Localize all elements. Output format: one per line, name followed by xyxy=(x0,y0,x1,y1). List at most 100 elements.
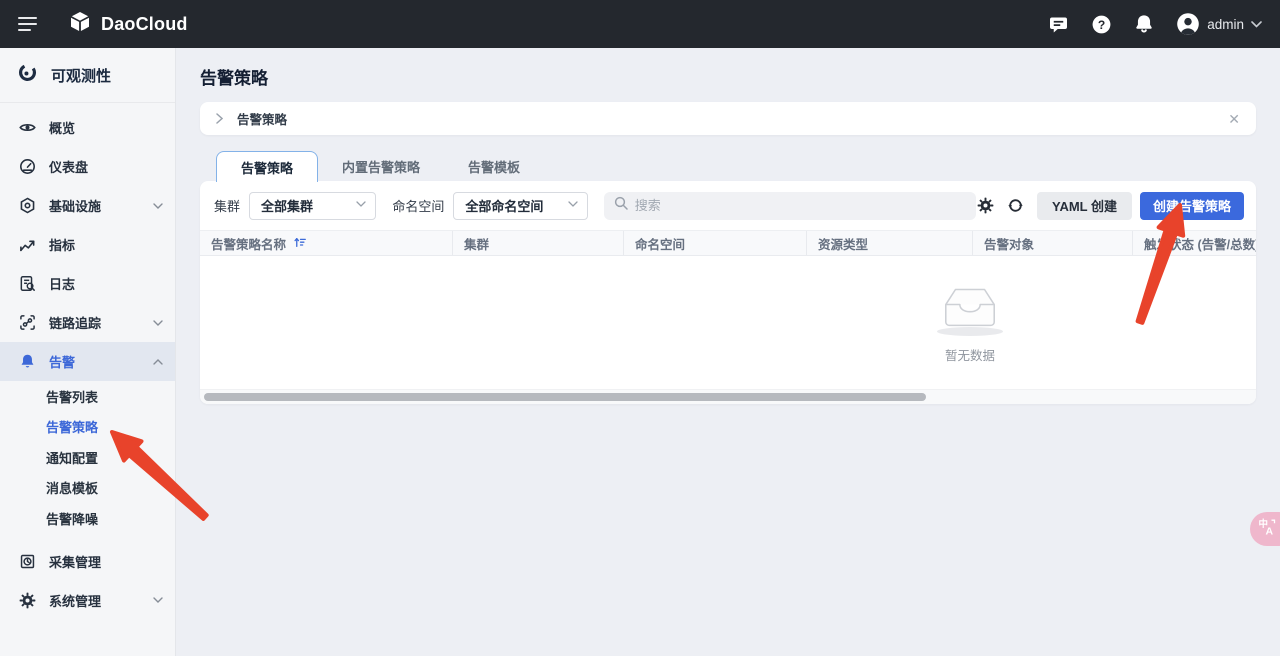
empty-inbox-icon xyxy=(939,282,1001,334)
sidebar-item-label: 系统管理 xyxy=(49,591,101,610)
empty-state: 暂无数据 xyxy=(200,256,1256,389)
horizontal-scrollbar-track xyxy=(200,389,1256,404)
brand-name: DaoCloud xyxy=(101,14,188,35)
translate-icon: 中 A xyxy=(1258,518,1276,541)
user-menu[interactable]: admin xyxy=(1176,12,1262,36)
sidebar-subitem-label: 告警策略 xyxy=(46,417,98,436)
empty-state-text: 暂无数据 xyxy=(945,345,995,364)
sidebar-item-label: 基础设施 xyxy=(49,196,101,215)
cluster-select-value: 全部集群 xyxy=(261,196,313,215)
sidebar-item-system-management[interactable]: 系统管理 xyxy=(0,581,175,620)
message-icon[interactable] xyxy=(1047,13,1069,35)
namespace-filter-label: 命名空间 xyxy=(392,196,444,215)
tab-alert-policy[interactable]: 告警策略 xyxy=(216,151,318,182)
sidebar-subitem-label: 消息模板 xyxy=(46,478,98,497)
bell-icon xyxy=(19,353,36,370)
sidebar-subitem-label: 通知配置 xyxy=(46,448,98,467)
sidebar-subitem-label: 告警列表 xyxy=(46,387,98,406)
sidebar-header[interactable]: 可观测性 xyxy=(0,48,175,103)
sidebar-subitem-alert-noise-reduction[interactable]: 告警降噪 xyxy=(0,503,175,534)
topbar: DaoCloud ? xyxy=(0,0,1280,48)
tab-alert-template[interactable]: 告警模板 xyxy=(444,151,544,181)
empty-icon-shadow xyxy=(937,327,1003,336)
notification-bell-icon[interactable] xyxy=(1133,13,1155,35)
breadcrumb-item[interactable]: 告警策略 xyxy=(237,109,287,128)
chevron-up-icon xyxy=(153,359,163,365)
gauge-icon xyxy=(19,158,36,175)
create-alert-policy-button[interactable]: 创建告警策略 xyxy=(1140,192,1244,220)
daocloud-cube-icon xyxy=(68,10,92,39)
chevron-down-icon xyxy=(356,201,366,207)
column-header-namespace[interactable]: 命名空间 xyxy=(623,231,806,255)
topbar-actions: ? admin xyxy=(1047,12,1262,36)
tab-builtin-alert-policy[interactable]: 内置告警策略 xyxy=(318,151,444,181)
eye-icon xyxy=(19,119,36,136)
sidebar-item-metrics[interactable]: 指标 xyxy=(0,225,175,264)
chevron-down-icon xyxy=(1251,21,1262,28)
sidebar-header-label: 可观测性 xyxy=(51,65,111,86)
cluster-select[interactable]: 全部集群 xyxy=(249,192,376,220)
policy-table: 告警策略名称 集群 命名空间 资源类型 告警对象 触发状态 (告警/总数) xyxy=(200,230,1256,389)
menu-toggle-icon[interactable] xyxy=(18,16,38,32)
column-header-cluster[interactable]: 集群 xyxy=(452,231,623,255)
search-input[interactable] xyxy=(635,198,967,213)
main-content: 告警策略 告警策略 ✕ 告警策略 内置告警策略 告警模板 集群 全部集群 命名空… xyxy=(176,48,1280,656)
sidebar-item-infrastructure[interactable]: 基础设施 xyxy=(0,186,175,225)
namespace-select[interactable]: 全部命名空间 xyxy=(453,192,587,220)
tab-bar: 告警策略 内置告警策略 告警模板 xyxy=(200,150,1256,181)
chevron-down-icon xyxy=(153,320,163,326)
refresh-icon[interactable] xyxy=(1006,197,1024,215)
column-header-resource-type[interactable]: 资源类型 xyxy=(806,231,972,255)
sidebar-subitem-notification-config[interactable]: 通知配置 xyxy=(0,442,175,473)
brand-logo[interactable]: DaoCloud xyxy=(68,10,188,39)
sidebar-subitem-label: 告警降噪 xyxy=(46,509,98,528)
close-icon[interactable]: ✕ xyxy=(1228,112,1240,126)
sidebar-item-label: 链路追踪 xyxy=(49,313,101,332)
sidebar-item-label: 日志 xyxy=(49,274,75,293)
yaml-create-button[interactable]: YAML 创建 xyxy=(1037,192,1132,220)
translate-fab-button[interactable]: 中 A xyxy=(1250,512,1280,546)
collection-icon xyxy=(19,553,36,570)
page-title: 告警策略 xyxy=(200,64,1280,89)
sidebar-subitem-message-template[interactable]: 消息模板 xyxy=(0,473,175,504)
chevron-down-icon xyxy=(153,203,163,209)
document-search-icon xyxy=(19,275,36,292)
chevron-down-icon xyxy=(153,597,163,603)
settings-gear-icon[interactable] xyxy=(976,197,994,215)
table-header-row: 告警策略名称 集群 命名空间 资源类型 告警对象 触发状态 (告警/总数) xyxy=(200,230,1256,256)
help-icon[interactable]: ? xyxy=(1090,13,1112,35)
sort-icon[interactable] xyxy=(293,235,307,252)
alert-policy-panel: 集群 全部集群 命名空间 全部命名空间 xyxy=(200,181,1256,404)
sidebar-nav: 概览 仪表盘 基础设施 xyxy=(0,103,175,620)
chevron-down-icon xyxy=(568,201,578,207)
search-box xyxy=(604,192,977,220)
sidebar: 可观测性 概览 仪表盘 xyxy=(0,48,176,656)
horizontal-scrollbar-thumb[interactable] xyxy=(204,393,926,401)
column-header-trigger-status[interactable]: 触发状态 (告警/总数) xyxy=(1132,231,1256,255)
sidebar-subitem-alert-policy[interactable]: 告警策略 xyxy=(0,412,175,443)
search-icon xyxy=(614,196,628,215)
sidebar-item-tracing[interactable]: 链路追踪 xyxy=(0,303,175,342)
sidebar-item-collection-management[interactable]: 采集管理 xyxy=(0,542,175,581)
observability-icon xyxy=(17,62,38,88)
sidebar-item-label: 仪表盘 xyxy=(49,157,88,176)
breadcrumb: 告警策略 ✕ xyxy=(200,102,1256,135)
filter-toolbar: 集群 全部集群 命名空间 全部命名空间 xyxy=(200,181,1256,230)
sidebar-item-overview[interactable]: 概览 xyxy=(0,108,175,147)
gear-icon xyxy=(19,592,36,609)
cluster-filter-label: 集群 xyxy=(214,196,240,215)
sidebar-item-logs[interactable]: 日志 xyxy=(0,264,175,303)
chevron-right-icon xyxy=(216,113,223,124)
sidebar-item-label: 采集管理 xyxy=(49,552,101,571)
sidebar-item-label: 概览 xyxy=(49,118,75,137)
username: admin xyxy=(1207,17,1244,32)
trace-icon xyxy=(19,314,36,331)
column-header-alert-object[interactable]: 告警对象 xyxy=(972,231,1132,255)
sidebar-item-dashboard[interactable]: 仪表盘 xyxy=(0,147,175,186)
column-header-policy-name[interactable]: 告警策略名称 xyxy=(200,231,452,255)
sidebar-item-label: 指标 xyxy=(49,235,75,254)
namespace-select-value: 全部命名空间 xyxy=(465,196,543,215)
sidebar-item-alerts[interactable]: 告警 xyxy=(0,342,175,381)
sidebar-subitem-alert-list[interactable]: 告警列表 xyxy=(0,381,175,412)
avatar xyxy=(1176,12,1200,36)
